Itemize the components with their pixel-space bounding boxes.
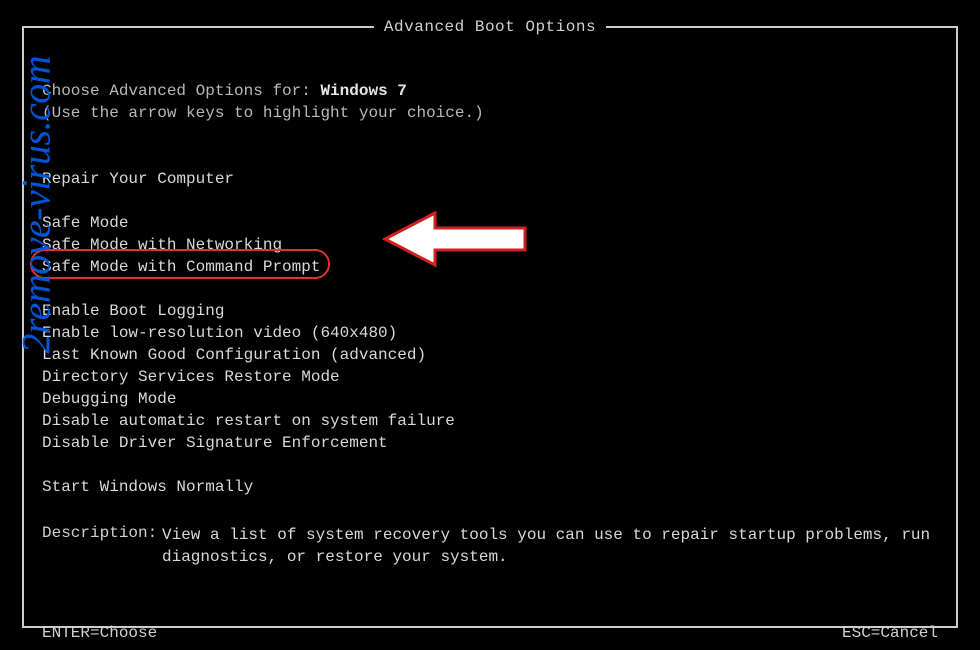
- menu-item-directory-services[interactable]: Directory Services Restore Mode: [42, 366, 938, 388]
- os-name: Windows 7: [320, 82, 406, 100]
- menu-item-safe-mode-cmd-text: Safe Mode with Command Prompt: [42, 258, 320, 276]
- description-section: Description: View a list of system recov…: [42, 524, 938, 568]
- menu-item-disable-driver-sig[interactable]: Disable Driver Signature Enforcement: [42, 432, 938, 454]
- menu-item-boot-logging[interactable]: Enable Boot Logging: [42, 300, 938, 322]
- menu-item-disable-restart[interactable]: Disable automatic restart on system fail…: [42, 410, 938, 432]
- hint-line: (Use the arrow keys to highlight your ch…: [42, 102, 938, 124]
- page-title: Advanced Boot Options: [374, 18, 606, 36]
- menu-item-last-known-good[interactable]: Last Known Good Configuration (advanced): [42, 344, 938, 366]
- content-area: Choose Advanced Options for: Windows 7 (…: [42, 80, 938, 498]
- menu-item-safe-mode-cmd[interactable]: Safe Mode with Command Prompt: [42, 256, 320, 278]
- description-label: Description:: [42, 524, 162, 568]
- choose-line: Choose Advanced Options for: Windows 7: [42, 80, 938, 102]
- footer-esc: ESC=Cancel: [842, 624, 938, 642]
- menu-item-repair[interactable]: Repair Your Computer: [42, 168, 938, 190]
- menu-item-safe-mode[interactable]: Safe Mode: [42, 212, 938, 234]
- description-text: View a list of system recovery tools you…: [162, 524, 938, 568]
- footer-enter: ENTER=Choose: [42, 624, 157, 642]
- boot-menu[interactable]: Repair Your Computer Safe Mode Safe Mode…: [42, 168, 938, 498]
- menu-item-low-res[interactable]: Enable low-resolution video (640x480): [42, 322, 938, 344]
- menu-item-debugging[interactable]: Debugging Mode: [42, 388, 938, 410]
- menu-item-start-normally[interactable]: Start Windows Normally: [42, 476, 938, 498]
- menu-item-safe-mode-networking[interactable]: Safe Mode with Networking: [42, 234, 938, 256]
- choose-label: Choose Advanced Options for:: [42, 82, 320, 100]
- footer-hints: ENTER=Choose ESC=Cancel: [42, 624, 938, 642]
